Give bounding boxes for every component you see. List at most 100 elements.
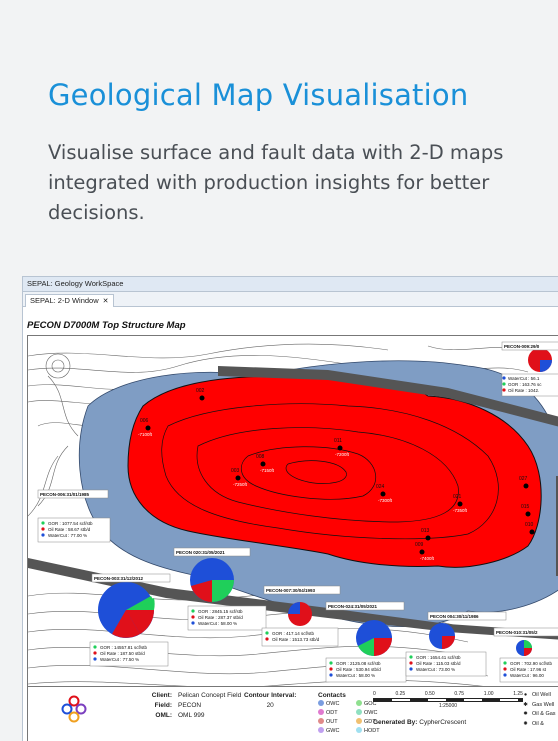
gas-well-icon: ✱ bbox=[523, 701, 528, 708]
card-title: Geological Map Visualisation bbox=[48, 78, 469, 112]
close-icon[interactable]: ✕ bbox=[103, 298, 109, 305]
generated-by: Generated By: CypherCrescent bbox=[373, 719, 466, 726]
client-info: Client: Pelican Concept Field Field: PECON… bbox=[126, 691, 241, 721]
oil-other-icon: ✸ bbox=[523, 720, 528, 727]
map-footer: Client: Pelican Concept Field Field: PECON… bbox=[27, 687, 558, 741]
map-point-label-11: 010 bbox=[525, 522, 534, 528]
contact-item: OUT bbox=[318, 718, 356, 727]
pie-pecon-024 bbox=[356, 620, 392, 656]
map-point-label-3: 008 bbox=[256, 454, 265, 460]
legend-gas-well: ✱ Gas Well bbox=[522, 701, 556, 711]
contour-interval-value: 20 bbox=[266, 702, 274, 709]
company-logo bbox=[61, 695, 87, 723]
contour-label-1: -7100ft bbox=[138, 432, 153, 437]
contour-label-2: -7150ft bbox=[260, 468, 275, 473]
callout-pecon-009: PECON-009:29/0 WaterCut : 56.1 GOR : 163… bbox=[501, 341, 558, 397]
map-point-label-4: 011 bbox=[334, 438, 342, 444]
contour-label-3: -7200ft bbox=[335, 452, 350, 457]
info-024-2: Oil Rate : 530.94 stb/d bbox=[336, 667, 381, 672]
map-point-label-12: 009 bbox=[415, 542, 424, 548]
info-003-2: Oil Rate : 187.50 stb/d bbox=[100, 651, 145, 656]
info-006-2: Oil Rate : 58.67 stb/d bbox=[48, 527, 91, 532]
legend-oil-well: ● Oil Well bbox=[522, 691, 556, 701]
oml-label: OML: bbox=[155, 712, 172, 719]
generated-value: CypherCrescent bbox=[419, 719, 467, 726]
map-canvas[interactable]: 002 006 008 011 003 024 021 013 027 015 … bbox=[28, 336, 558, 687]
info-006-3: WaterCut : 77.00 % bbox=[48, 533, 87, 538]
contact-item: GWC bbox=[318, 727, 356, 736]
tab-strip: SEPAL: 2-D Window ✕ bbox=[23, 292, 558, 307]
map-point-label-1: 002 bbox=[196, 388, 205, 394]
info-020-1: GOR : 2845.15 scf/stb bbox=[198, 609, 243, 614]
info-010-3: WaterCut : 96.00 bbox=[510, 673, 544, 678]
well-label-003: PECON-003:31/12/2012 bbox=[94, 576, 144, 581]
contact-item: ODT bbox=[318, 709, 356, 718]
contour-label-7: -7400ft bbox=[420, 556, 435, 561]
info-009-3: Oil Rate : 1042. bbox=[508, 388, 539, 393]
structure-map[interactable]: 002 006 008 011 003 024 021 013 027 015 … bbox=[27, 335, 558, 687]
map-point-label-2: 006 bbox=[140, 418, 149, 424]
map-title: PECON D7000M Top Structure Map bbox=[27, 320, 186, 331]
card-description: Visualise surface and fault data with 2-… bbox=[48, 141, 504, 224]
map-point-label-6: 024 bbox=[376, 484, 385, 490]
legend-oil-other: ✸ Oil & bbox=[522, 720, 556, 730]
tab-label: SEPAL: 2-D Window bbox=[30, 296, 99, 305]
map-point-label-7: 021 bbox=[453, 494, 462, 500]
info-004-2: Oil Rate : 115.03 stb/d bbox=[416, 661, 461, 666]
contact-item: HODT bbox=[356, 727, 394, 736]
well-label-010: PECON-010:31/05/2 bbox=[496, 630, 538, 635]
scale-bar-graphic bbox=[373, 698, 523, 702]
info-009-1: WaterCut : 56.1 bbox=[508, 376, 540, 381]
pie-pecon-010 bbox=[516, 640, 532, 656]
client-label: Client: bbox=[151, 692, 172, 699]
contour-label-6: -7350ft bbox=[453, 508, 468, 513]
info-010-1: GOR : 702.90 scf/stb bbox=[510, 661, 553, 666]
pie-pecon-009 bbox=[528, 348, 552, 372]
info-004-3: WaterCut : 73.00 % bbox=[416, 667, 455, 672]
app-window: SEPAL: Geology WorkSpace SEPAL: 2-D Wind… bbox=[22, 276, 558, 741]
info-020-2: Oil Rate : 287.37 stb/d bbox=[198, 615, 243, 620]
info-009-2: GOR : 163.76 sc bbox=[508, 382, 542, 387]
contour-interval-label: Contour Interval: bbox=[244, 692, 297, 699]
scale-tick: 0.50 bbox=[424, 691, 435, 697]
map-point-label-9: 027 bbox=[519, 476, 528, 482]
contour-label-4: -7250ft bbox=[233, 482, 248, 487]
well-label-007: PECON-007:30/04/1993 bbox=[266, 588, 316, 593]
oil-gas-well-icon: ✹ bbox=[523, 711, 528, 717]
info-003-1: GOR : 14557.81 scf/stb bbox=[100, 645, 148, 650]
legend-oil-gas-well: ✹ Oil & Gas bbox=[522, 710, 555, 720]
tab-2d-window[interactable]: SEPAL: 2-D Window ✕ bbox=[25, 294, 114, 307]
well-label-024: PECON-024:31/05/2021 bbox=[328, 604, 378, 609]
oml-value: OML 999 bbox=[178, 712, 205, 719]
info-004-1: GOR : 1654.41 scf/stb bbox=[416, 655, 461, 660]
info-024-1: GOR : 2125.08 scf/stb bbox=[336, 661, 381, 666]
info-006-1: GOR : 1077.54 scf/stb bbox=[48, 521, 93, 526]
map-point-label-8: 013 bbox=[421, 528, 430, 534]
info-007-2: Oil Rate : 1513.73 stb/d bbox=[272, 637, 320, 642]
info-010-2: Oil Rate : 17.96 st bbox=[510, 667, 547, 672]
well-label-006: PECON-006:31/01/1985 bbox=[40, 492, 90, 497]
contact-item: OWC bbox=[356, 709, 394, 718]
scale-tick: 0.25 bbox=[395, 691, 406, 697]
generated-label: Generated By: bbox=[373, 719, 418, 726]
client-value: Pelican Concept Field bbox=[178, 692, 242, 699]
field-label: Field: bbox=[154, 702, 172, 709]
oil-well-icon: ● bbox=[523, 692, 528, 698]
well-label-020: PECON 020:31/05/2021 bbox=[176, 550, 225, 555]
contour-interval: Contour Interval: 20 bbox=[244, 691, 296, 711]
info-024-3: WaterCut : 58.00 % bbox=[336, 673, 375, 678]
scale-tick: 1.00 bbox=[483, 691, 494, 697]
window-titlebar: SEPAL: Geology WorkSpace bbox=[23, 277, 558, 292]
scale-units: 1:25000 bbox=[438, 703, 458, 709]
pie-pecon-020 bbox=[190, 558, 234, 602]
field-value: PECON bbox=[178, 702, 202, 709]
info-003-3: WaterCut : 77.50 % bbox=[100, 657, 139, 662]
contact-item: OWC bbox=[318, 700, 356, 709]
contour-label-5: -7300ft bbox=[378, 498, 393, 503]
well-type-legend: ● Oil Well ✱ Gas Well ✹ Oil & Gas ✸ Oil & bbox=[522, 691, 556, 730]
map-point-label-5: 003 bbox=[231, 468, 240, 474]
scale-bar: 0 0.25 0.50 0.75 1.00 1.25 1:25000 bbox=[373, 691, 523, 709]
map-point-label-10: 015 bbox=[521, 504, 530, 510]
pie-pecon-004 bbox=[429, 623, 455, 649]
well-label-009: PECON-009:29/0 bbox=[504, 344, 540, 349]
